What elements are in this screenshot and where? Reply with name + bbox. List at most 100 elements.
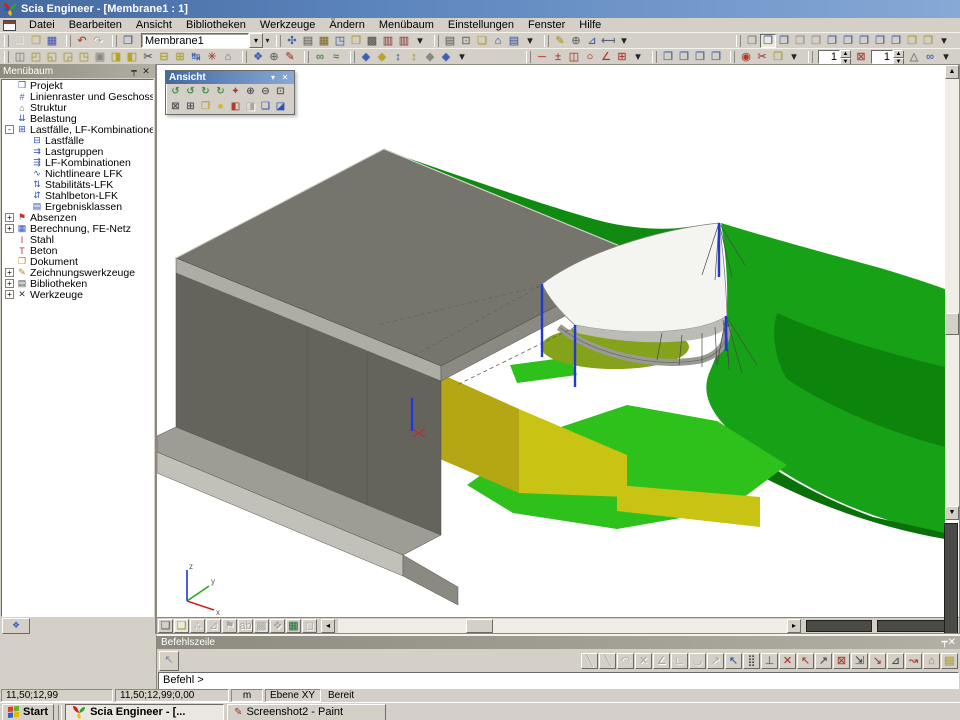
more-tools-arrow[interactable]: ▾ <box>412 34 428 48</box>
export-entity-icon[interactable]: ❐ <box>770 50 786 64</box>
tree-item[interactable]: ∿ Nichtlineare LFK <box>2 168 153 179</box>
tree-expander[interactable]: + <box>5 224 14 233</box>
tree-item[interactable]: T Beton <box>2 245 153 256</box>
more-tools-arrow[interactable]: ▾ <box>630 50 646 64</box>
tree-item[interactable]: + ✎ Zeichnungswerkzeuge <box>2 267 153 278</box>
activity-filter-icon[interactable]: ◫ <box>12 50 28 64</box>
window-layout-icon[interactable]: ❐ <box>824 34 840 48</box>
activity-filter-icon[interactable]: ◰ <box>28 50 44 64</box>
pin-panel-icon[interactable]: ┯ <box>128 65 140 77</box>
view-toolbar-window[interactable]: Ansicht ▾ ✕ ↺↺↻↻✦⊕⊖⊡ ⊠⊞❐●◧◨❑◪ <box>165 70 295 115</box>
combobox-dropdown-icon[interactable]: ▾ <box>249 33 263 48</box>
activity-filter-icon[interactable]: ◳ <box>76 50 92 64</box>
tree-expander[interactable]: + <box>5 213 14 222</box>
activity-filter-icon[interactable]: ▣ <box>92 50 108 64</box>
tree-item[interactable]: ⇵ Stahlbeton-LFK <box>2 190 153 201</box>
view-settings-icon[interactable]: ◪ <box>273 100 288 113</box>
more-tools-arrow[interactable]: ▾ <box>522 34 538 48</box>
dock-bar[interactable] <box>806 620 872 632</box>
menu-item[interactable]: Ändern <box>322 19 371 32</box>
tree-expander[interactable]: + <box>5 279 14 288</box>
draw-grid-icon[interactable]: ⊞ <box>614 50 630 64</box>
activity-filter-icon[interactable]: ◧ <box>124 50 140 64</box>
report-icon[interactable]: ▤ <box>506 34 522 48</box>
menu-item[interactable]: Hilfe <box>572 19 608 32</box>
menu-item[interactable]: Datei <box>22 19 62 32</box>
more-tools-arrow[interactable]: ▾ <box>454 50 470 64</box>
open-file-icon[interactable]: ❐ <box>28 34 44 48</box>
gallery-icon[interactable]: ▥ <box>380 34 396 48</box>
rotate-x-icon[interactable]: ↺ <box>183 85 198 98</box>
dock-bar-vertical[interactable] <box>944 523 958 634</box>
intersection-snap-icon[interactable]: ⊠ <box>833 653 850 669</box>
pointer-mode-button[interactable]: ↖ <box>159 651 179 671</box>
diagram-icon[interactable]: ⊿ <box>584 34 600 48</box>
horizontal-scrollbar[interactable] <box>338 619 787 633</box>
tree-item[interactable]: ⇉ Lastgruppen <box>2 146 153 157</box>
document-icon[interactable]: ❏ <box>474 34 490 48</box>
tree-item[interactable]: # Linienraster und Geschosse <box>2 91 153 102</box>
project-combobox-value[interactable]: Membrane1 <box>141 33 249 48</box>
draw-stirrup-icon[interactable]: ◫ <box>566 50 582 64</box>
print-icon[interactable]: ▤ <box>442 34 458 48</box>
folder-icon[interactable]: ❐ <box>348 34 364 48</box>
layers-icon[interactable]: ❐ <box>198 100 213 113</box>
plane-selector[interactable]: Ebene XY <box>265 689 321 702</box>
tree-item[interactable]: I Stahl <box>2 234 153 245</box>
tree-item[interactable]: ❐ Dokument <box>2 256 153 267</box>
menu-item[interactable]: Bibliotheken <box>179 19 253 32</box>
command-input[interactable]: Befehl > <box>158 672 959 690</box>
window-layout-icon[interactable]: ❐ <box>888 34 904 48</box>
cut-entity-icon[interactable]: ✂ <box>754 50 770 64</box>
layers-manager-icon[interactable]: ▤ <box>300 34 316 48</box>
connect-members-icon[interactable]: ∞ <box>312 50 328 64</box>
new-file-icon[interactable]: ❏ <box>12 34 28 48</box>
tree-expander[interactable]: + <box>5 290 14 299</box>
gallery2-icon[interactable]: ▥ <box>396 34 412 48</box>
tree-item[interactable]: + ▤ Bibliotheken <box>2 278 153 289</box>
annotate-icon[interactable]: ✎ <box>552 34 568 48</box>
tree-item[interactable]: + ⚑ Absenzen <box>2 212 153 223</box>
view-toolbar-titlebar[interactable]: Ansicht ▾ ✕ <box>166 71 294 84</box>
tree-item[interactable]: ▤ Ergebnisklassen <box>2 201 153 212</box>
default-view-icon[interactable]: ✦ <box>228 85 243 98</box>
tree-expander[interactable]: - <box>5 125 14 134</box>
scroll-right-icon[interactable]: ▸ <box>787 619 801 633</box>
clipboard-cut-icon[interactable]: ✂ <box>140 50 156 64</box>
tree-item[interactable]: ⌂ Struktur <box>2 102 153 113</box>
plane-snap-icon[interactable]: ⌂ <box>923 653 940 669</box>
solid-view-icon[interactable]: ❑ <box>158 619 173 633</box>
vertical-scrollbar-thumb[interactable] <box>945 313 959 335</box>
rotate-view-icon[interactable]: ↺ <box>168 85 183 98</box>
window-layout-icon[interactable]: ❐ <box>856 34 872 48</box>
tree-item[interactable]: ⇊ Belastung <box>2 113 153 124</box>
cross-snap-icon[interactable]: ✕ <box>779 653 796 669</box>
menu-item[interactable]: Bearbeiten <box>62 19 129 32</box>
copy-view-icon[interactable]: ❐ <box>708 50 724 64</box>
light-icon[interactable]: ● <box>213 100 228 113</box>
select-tool-icon[interactable]: ◆ <box>374 50 390 64</box>
zoom-document-icon[interactable]: ⊕ <box>568 34 584 48</box>
tree-item[interactable]: + ▦ Berechnung, FE-Netz <box>2 223 153 234</box>
activity-filter-icon[interactable]: ◱ <box>44 50 60 64</box>
scroll-up-icon[interactable]: ▲ <box>945 65 959 79</box>
cursor-snap-icon[interactable]: ↖ <box>725 653 742 669</box>
spinner-up-icon[interactable]: ▲ <box>840 50 851 58</box>
tree-item[interactable]: ⇶ LF-Kombinationen <box>2 157 153 168</box>
select-tool-icon[interactable]: ◆ <box>422 50 438 64</box>
link-icon[interactable]: ∞ <box>922 50 938 64</box>
toolbar-close-icon[interactable]: ✕ <box>279 73 291 82</box>
draw-angle-icon[interactable]: ∠ <box>598 50 614 64</box>
more-tools-arrow[interactable]: ▾ <box>936 34 952 48</box>
disconnect-members-icon[interactable]: ≈ <box>328 50 344 64</box>
window-layout-icon[interactable]: ❐ <box>760 34 776 48</box>
regenerate-icon[interactable]: ✳ <box>204 50 220 64</box>
more-tools-arrow[interactable]: ▾ <box>938 50 954 64</box>
menu-item[interactable]: Ansicht <box>129 19 179 32</box>
taskbar-task-paint[interactable]: ✎ Screenshot2 - Paint <box>227 704 386 720</box>
activity-filter-icon[interactable]: ◲ <box>60 50 76 64</box>
model-viewport[interactable]: z y x Ansicht ▾ ✕ ↺↺↻↻✦⊕⊖⊡ ⊠⊞❐●◧◨❑◪ <box>156 64 960 634</box>
grid-snap-icon[interactable]: ⣿ <box>743 653 760 669</box>
menu-item[interactable]: Werkzeuge <box>253 19 322 32</box>
more-tools-arrow[interactable]: ▾ <box>786 50 802 64</box>
